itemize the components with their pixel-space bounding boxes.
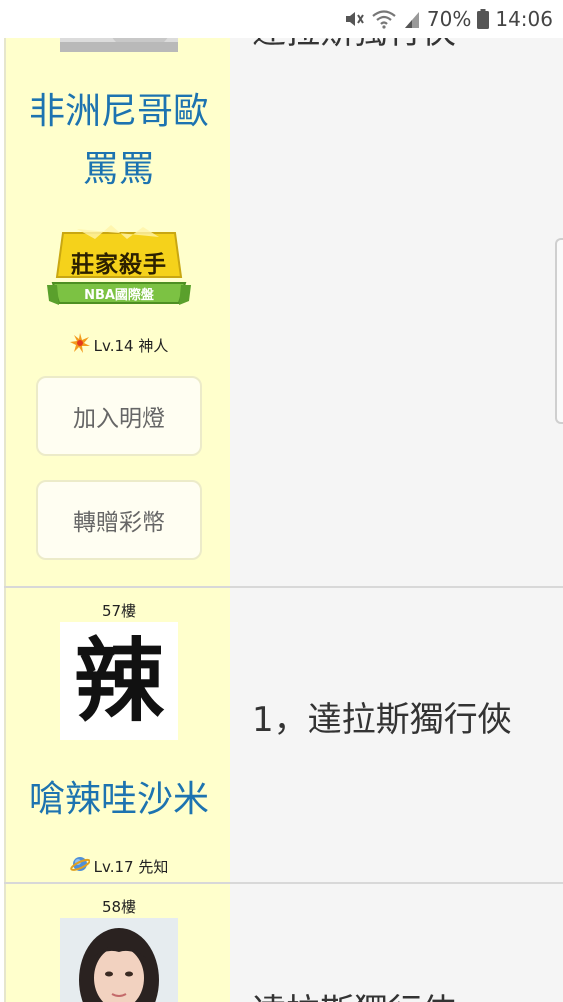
signal-icon [403,9,421,29]
username-link[interactable]: 非洲尼哥歐 罵罵 [6,83,232,199]
username-line-2: 罵罵 [82,149,155,190]
avatar-photo [60,918,178,1002]
user-level: Lv.17 先知 [6,854,232,878]
planet-icon [69,854,91,878]
avatar-char: 辣 [74,628,164,734]
status-icons: 70% 14:06 [343,6,553,32]
side-panel-handle[interactable] [555,238,563,424]
badge: 莊家殺手 NBA國際盤 [47,225,191,315]
user-panel: 非洲尼哥歐 罵罵 莊家殺手 NBA國際盤 Lv.14 神人 加入明燈 轉贈彩幣 [4,0,232,588]
username-link[interactable]: 嗆辣哇沙米 [6,771,232,829]
wifi-icon [371,9,397,29]
post-content: 達拉斯獨行俠 [252,984,456,1002]
transfer-coins-button[interactable]: 轉贈彩幣 [36,480,202,560]
user-panel: 58樓 [4,884,232,1002]
floor-number: 58樓 [101,898,137,916]
add-lamp-label: 加入明燈 [73,406,165,432]
level-text: Lv.17 先知 [93,857,169,876]
post-content: 1，達拉斯獨行俠 [252,700,512,740]
battery-text: 70% [426,7,472,31]
star-burst-icon [69,333,90,357]
post-content-area: 達拉斯獨行俠 [230,0,563,588]
mute-icon [343,9,365,29]
avatar[interactable]: 辣 [60,622,178,740]
user-panel: 57樓 辣 嗆辣哇沙米 Lv.17 先知 [4,588,232,884]
user-level: Lv.14 神人 [6,333,232,357]
badge-title: 莊家殺手 [71,252,167,278]
post-57: 57樓 辣 嗆辣哇沙米 Lv.17 先知 1，達拉斯獨行俠 [4,586,563,884]
clock: 14:06 [495,7,553,31]
floor-number: 57樓 [101,602,137,620]
battery-icon [477,9,490,29]
post-58: 58樓 達拉斯獨行俠 [4,882,563,1002]
badge-subtitle: NBA國際盤 [84,288,154,303]
status-bar: 70% 14:06 [0,0,563,38]
level-text: Lv.14 神人 [93,336,169,355]
post-56: 非洲尼哥歐 罵罵 莊家殺手 NBA國際盤 Lv.14 神人 加入明燈 轉贈彩幣 [4,0,563,588]
post-content-area: 1，達拉斯獨行俠 [230,588,563,884]
add-lamp-button[interactable]: 加入明燈 [36,376,202,456]
username-line-1: 非洲尼哥歐 [28,91,209,132]
post-content-area: 達拉斯獨行俠 [230,884,563,1002]
avatar[interactable] [60,918,178,1002]
transfer-coins-label: 轉贈彩幣 [73,510,165,536]
